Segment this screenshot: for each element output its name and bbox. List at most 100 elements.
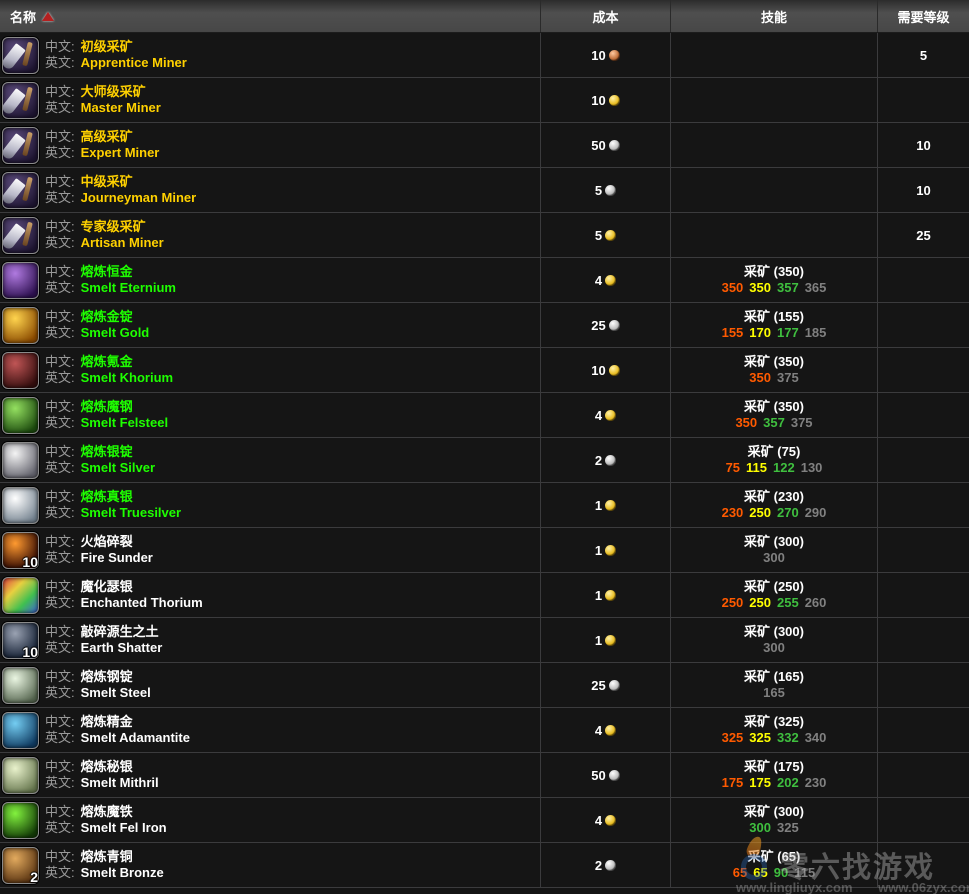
spell-name-english-link[interactable]: Smelt Mithril xyxy=(81,775,159,790)
spell-name-cell: 中文:专家级采矿 英文:Artisan Miner xyxy=(0,213,540,257)
spell-name-chinese-link[interactable]: 中级采矿 xyxy=(81,174,133,189)
column-header-cost[interactable]: 成本 xyxy=(540,0,670,32)
spell-icon-link[interactable] xyxy=(2,352,39,389)
spell-name-cell: 中文:熔炼魔铁 英文:Smelt Fel Iron xyxy=(0,798,540,842)
spell-icon-link[interactable] xyxy=(2,577,39,614)
spell-name-english-link[interactable]: Smelt Bronze xyxy=(81,865,164,880)
spell-name-english-link[interactable]: Smelt Fel Iron xyxy=(81,820,167,835)
skill-up-value: 300 xyxy=(763,550,785,565)
spell-name-english-link[interactable]: Smelt Truesilver xyxy=(81,505,181,520)
label-english: 英文: xyxy=(45,595,75,610)
spell-name-english-link[interactable]: Smelt Khorium xyxy=(81,370,173,385)
steel-bar-icon xyxy=(2,667,39,704)
spell-name-chinese-link[interactable]: 熔炼氪金 xyxy=(81,354,133,369)
label-chinese: 中文: xyxy=(45,444,75,459)
skill-cell: 采矿 (325) 325325332340 xyxy=(670,708,877,752)
spell-icon-link[interactable] xyxy=(2,82,39,119)
spell-icon-link[interactable] xyxy=(2,262,39,299)
spell-icon-link[interactable] xyxy=(2,802,39,839)
spell-name-chinese-link[interactable]: 火焰碎裂 xyxy=(81,534,133,549)
spell-icon-link[interactable] xyxy=(2,757,39,794)
spell-name-english-link[interactable]: Smelt Adamantite xyxy=(81,730,190,745)
skill-requirement: 采矿 (165) xyxy=(671,669,877,685)
spell-icon-link[interactable] xyxy=(2,172,39,209)
coin-icon xyxy=(605,725,616,736)
spell-name-chinese-link[interactable]: 魔化瑟银 xyxy=(81,579,133,594)
column-header-required-level[interactable]: 需要等级 xyxy=(877,0,969,32)
spell-icon-link[interactable]: 10 xyxy=(2,622,39,659)
skill-up-values: 175175202230 xyxy=(671,775,877,791)
spell-name-chinese-link[interactable]: 专家级采矿 xyxy=(81,219,146,234)
icon-quantity-badge: 10 xyxy=(22,644,38,660)
skill-up-value: 375 xyxy=(777,370,799,385)
spell-name-english-link[interactable]: Earth Shatter xyxy=(81,640,163,655)
skill-requirement: 采矿 (325) xyxy=(671,714,877,730)
column-header-name[interactable]: 名称 xyxy=(0,0,540,32)
spell-name-cell: 中文:熔炼精金 英文:Smelt Adamantite xyxy=(0,708,540,752)
spell-name-english-link[interactable]: Master Miner xyxy=(81,100,161,115)
label-chinese: 中文: xyxy=(45,264,75,279)
skill-up-value: 65 xyxy=(753,865,767,880)
spell-name-chinese-link[interactable]: 熔炼秘银 xyxy=(81,759,133,774)
spell-name-english-link[interactable]: Artisan Miner xyxy=(81,235,164,250)
spell-name-chinese-link[interactable]: 熔炼魔铁 xyxy=(81,804,133,819)
spell-icon-link[interactable] xyxy=(2,217,39,254)
spell-name-english-link[interactable]: Journeyman Miner xyxy=(81,190,197,205)
spell-icon-link[interactable] xyxy=(2,667,39,704)
spell-icon-link[interactable] xyxy=(2,127,39,164)
cost-amount: 1 xyxy=(595,588,602,603)
spell-name-chinese-link[interactable]: 熔炼真银 xyxy=(81,489,133,504)
spell-name-chinese-link[interactable]: 大师级采矿 xyxy=(81,84,146,99)
sort-ascending-icon xyxy=(42,12,54,21)
spell-icon-link[interactable] xyxy=(2,487,39,524)
cost-cell: 1 xyxy=(540,483,670,527)
spell-name-chinese-link[interactable]: 熔炼恒金 xyxy=(81,264,133,279)
spell-name-chinese-link[interactable]: 熔炼金锭 xyxy=(81,309,133,324)
column-header-skill[interactable]: 技能 xyxy=(670,0,877,32)
skill-up-value: 175 xyxy=(749,775,771,790)
spell-name-chinese-link[interactable]: 熔炼青铜 xyxy=(81,849,133,864)
spell-name-chinese-link[interactable]: 熔炼精金 xyxy=(81,714,133,729)
spell-name-english-link[interactable]: Smelt Eternium xyxy=(81,280,176,295)
spell-icon-link[interactable] xyxy=(2,307,39,344)
spell-icon-link[interactable] xyxy=(2,712,39,749)
spell-name-english-link[interactable]: Enchanted Thorium xyxy=(81,595,203,610)
spell-name-chinese-link[interactable]: 熔炼银锭 xyxy=(81,444,133,459)
spell-icon-link[interactable]: 10 xyxy=(2,532,39,569)
skill-requirement: 采矿 (350) xyxy=(671,264,877,280)
spell-icon-link[interactable] xyxy=(2,397,39,434)
table-row: 中文:熔炼精金 英文:Smelt Adamantite 4 采矿 (325) 3… xyxy=(0,708,969,753)
skill-up-values: 300 xyxy=(671,640,877,656)
cost-cell: 50 xyxy=(540,123,670,167)
spell-name-chinese-link[interactable]: 初级采矿 xyxy=(81,39,133,54)
cost-amount: 10 xyxy=(591,363,605,378)
table-header-row: 名称 成本 技能 需要等级 xyxy=(0,0,969,33)
spell-name-chinese-link[interactable]: 敲碎源生之土 xyxy=(81,624,159,639)
spell-name-english-link[interactable]: Smelt Steel xyxy=(81,685,151,700)
spell-icon-link[interactable] xyxy=(2,442,39,479)
spell-name-english-link[interactable]: Smelt Silver xyxy=(81,460,155,475)
table-row: 中文:中级采矿 英文:Journeyman Miner 5 10 xyxy=(0,168,969,213)
cost-cell: 5 xyxy=(540,168,670,212)
label-chinese: 中文: xyxy=(45,534,75,549)
spell-name-english-link[interactable]: Smelt Gold xyxy=(81,325,150,340)
spell-name-chinese-link[interactable]: 熔炼魔钢 xyxy=(81,399,133,414)
spell-name-english-link[interactable]: Fire Sunder xyxy=(81,550,153,565)
spell-name-chinese-link[interactable]: 熔炼钢锭 xyxy=(81,669,133,684)
spell-names: 中文:熔炼恒金 英文:Smelt Eternium xyxy=(45,264,176,296)
label-english: 英文: xyxy=(45,775,75,790)
spell-icon-link[interactable] xyxy=(2,37,39,74)
table-row: 中文:大师级采矿 英文:Master Miner 10 xyxy=(0,78,969,123)
spell-icon-link[interactable]: 2 xyxy=(2,847,39,884)
spell-name-english-link[interactable]: Apprentice Miner xyxy=(81,55,187,70)
cost-amount: 25 xyxy=(591,318,605,333)
spell-name-english-link[interactable]: Expert Miner xyxy=(81,145,160,160)
table-row: 中文:高级采矿 英文:Expert Miner 50 10 xyxy=(0,123,969,168)
skill-up-value: 255 xyxy=(777,595,799,610)
spell-name-chinese-link[interactable]: 高级采矿 xyxy=(81,129,133,144)
skill-up-value: 165 xyxy=(763,685,785,700)
skill-up-value: 332 xyxy=(777,730,799,745)
label-chinese: 中文: xyxy=(45,354,75,369)
coin-icon xyxy=(609,140,620,151)
spell-name-english-link[interactable]: Smelt Felsteel xyxy=(81,415,168,430)
